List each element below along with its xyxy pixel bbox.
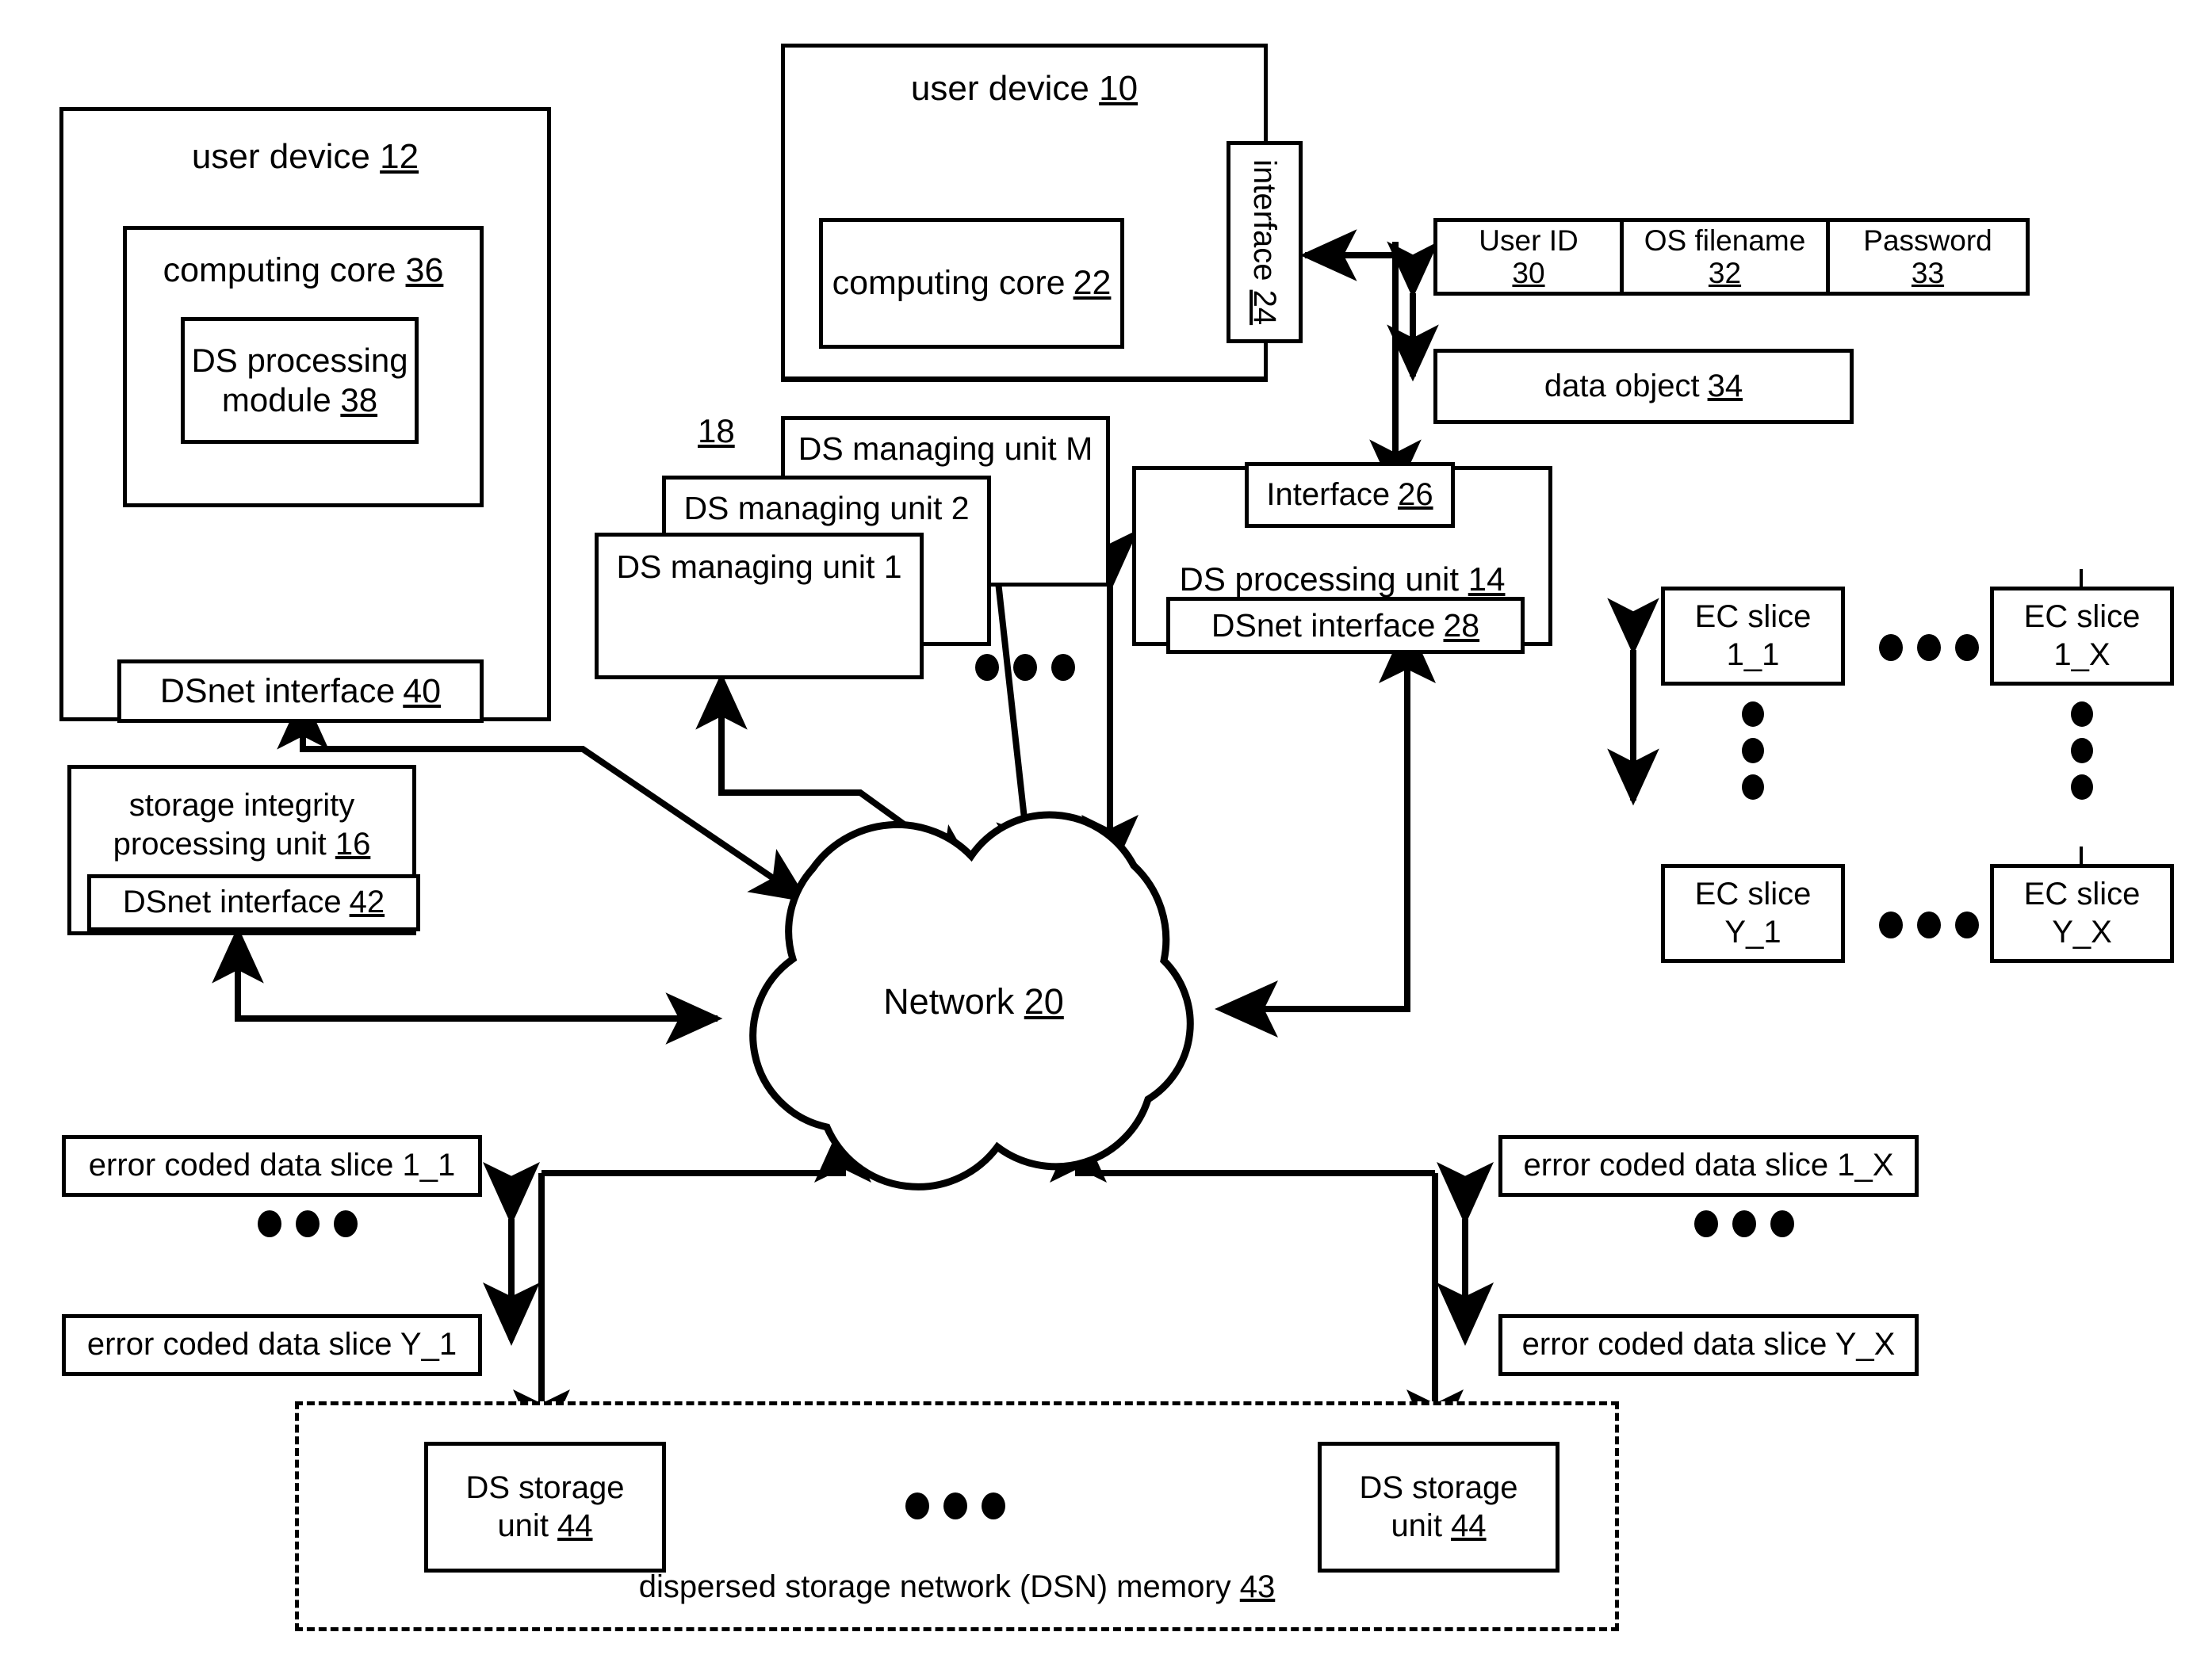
user-device-12-title-text: user device [191,137,370,176]
error-coded-data-slice-1-x[interactable]: error coded data slice 1_X [1498,1135,1919,1197]
dsnet-interface-40[interactable]: DSnet interface 40 [117,659,484,723]
ds-processing-module-38[interactable]: DS processing module 38 [181,317,419,444]
ds-storage-unit-left[interactable]: DS storage unit 44 [424,1442,666,1573]
error-coded-data-slice-1-1[interactable]: error coded data slice 1_1 [62,1135,482,1197]
ec-slice-1-x[interactable]: EC slice 1_X [1990,587,2174,686]
user-device-10-title: user device 10 [910,69,1139,108]
user-device-12-ref: 12 [380,137,419,176]
interface-26[interactable]: Interface 26 [1245,462,1455,528]
storage-integrity-title: storage integrity processing unit 16 [113,788,371,862]
ec-slice-1-1[interactable]: EC slice 1_1 [1661,587,1845,686]
ec-slice-row2-ellipsis [1879,912,1979,938]
storage-integrity-processing-unit-16[interactable]: storage integrity processing unit 16 DSn… [67,765,420,935]
dsn-memory-title: dispersed storage network (DSN) memory 4… [638,1569,1276,1604]
user-device-12-title: user device 12 [63,136,547,178]
network-label: Network 20 [883,981,1064,1022]
ds-processing-unit-14-title: DS processing unit 14 [1179,560,1506,598]
ds-managing-units-ellipsis [975,654,1075,681]
dsnet-interface-28[interactable]: DSnet interface 28 [1166,597,1525,654]
dsn-memory[interactable]: dispersed storage network (DSN) memory 4… [295,1401,1619,1631]
data-object-34[interactable]: data object 34 [1433,349,1854,424]
computing-core-22[interactable]: computing core 22 [819,218,1124,349]
ec-slice-row1-ellipsis [1879,634,1979,661]
computing-core-36-title: computing core 36 [163,251,444,289]
computing-core-36[interactable]: computing core 36 DS processing module 3… [123,226,484,507]
interface-24[interactable]: interface 24 [1227,141,1303,343]
error-coded-left-ellipsis [258,1210,358,1237]
ds-processing-unit-14[interactable]: DS processing unit 14 Interface 26 DSnet… [1132,462,1552,654]
ec-slice-col1-ellipsis [1742,701,1764,800]
table-cell-os-filename[interactable]: OS filename 32 [1624,222,1830,292]
table-cell-user-id[interactable]: User ID 30 [1437,222,1624,292]
error-coded-data-slice-y-x[interactable]: error coded data slice Y_X [1498,1314,1919,1376]
error-coded-right-ellipsis [1694,1210,1794,1237]
table-cell-password[interactable]: Password 33 [1830,222,2026,292]
ds-managing-unit-1[interactable]: DS managing unit 1 [595,533,924,679]
dsnet-interface-42[interactable]: DSnet interface 42 [87,874,420,931]
user-device-10[interactable]: user device 10 computing core 22 [781,44,1268,380]
ds-storage-unit-right[interactable]: DS storage unit 44 [1318,1442,1559,1573]
figure-canvas: user device 12 computing core 36 DS proc… [0,0,2212,1674]
ec-slice-y-x[interactable]: EC slice Y_X [1990,864,2174,963]
user-device-12[interactable]: user device 12 computing core 36 DS proc… [59,107,551,723]
ec-slice-y-1[interactable]: EC slice Y_1 [1661,864,1845,963]
ec-slice-colx-ellipsis [2071,701,2093,800]
ds-managing-group-ref: 18 [698,412,735,449]
interface-24-label: interface 24 [1247,159,1283,326]
error-coded-data-slice-y-1[interactable]: error coded data slice Y_1 [62,1314,482,1376]
credentials-table: User ID 30 OS filename 32 Password 33 [1433,218,2030,296]
dsn-memory-ellipsis [905,1492,1005,1519]
